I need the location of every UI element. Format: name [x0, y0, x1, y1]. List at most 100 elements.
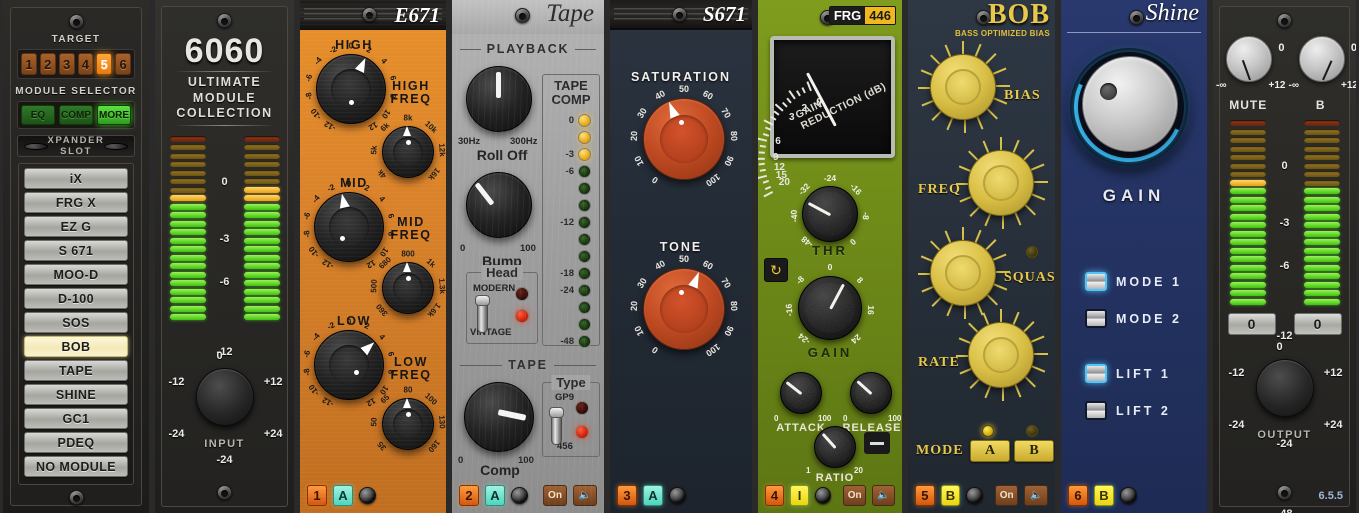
module-item-frgx[interactable]: FRG X: [24, 192, 128, 213]
bob-slot-channel[interactable]: B: [940, 484, 961, 506]
target-button-1[interactable]: 1: [21, 53, 37, 75]
shine-slot-channel[interactable]: B: [1094, 484, 1114, 506]
output-gain-knob[interactable]: 0 -12 +12 -24 +24 OUTPUT: [1220, 341, 1349, 441]
category-button-comp[interactable]: COMP: [59, 105, 93, 125]
tape-head-selector[interactable]: Head MODERN VINTAGE: [466, 265, 538, 344]
module-item-sos[interactable]: SOS: [24, 312, 128, 333]
module-item-gc1[interactable]: GC1: [24, 408, 128, 429]
tape-comp-knob[interactable]: [464, 382, 534, 452]
shine-mode1-checkbox[interactable]: [1085, 272, 1107, 291]
s671-slot-number[interactable]: 3: [617, 484, 637, 506]
bob-brand-title: BOB: [987, 0, 1050, 30]
knob-scale-label: 90: [722, 324, 736, 338]
tape-head-toggle-switch[interactable]: [475, 295, 490, 335]
s671-brand-label: S671: [702, 2, 746, 26]
knob-tick: [962, 41, 964, 55]
trim-reset-right-button[interactable]: 0: [1293, 312, 1342, 335]
s671-slot-channel[interactable]: A: [643, 484, 663, 506]
mute-knob[interactable]: -∞ +12 0 MUTE: [1216, 36, 1286, 112]
shine-mode2-checkbox[interactable]: [1085, 309, 1107, 328]
module-item-pdeq[interactable]: PDEQ: [24, 432, 128, 453]
eq-high-freq-knob[interactable]: 4k 5k 6k 8k 10k 12k 16k: [369, 114, 446, 182]
bob-bias-knob[interactable]: [918, 41, 1010, 133]
bob-mode-b-button[interactable]: B: [1014, 440, 1054, 462]
module-item-s671[interactable]: S 671: [24, 240, 128, 261]
target-button-6[interactable]: 6: [115, 53, 131, 75]
s671-saturation-knob[interactable]: 0 10 20 30 40 50 60 70 80 90 100: [629, 84, 739, 188]
tape-head-option-modern[interactable]: MODERN: [473, 283, 515, 294]
tape-panel: Tape PLAYBACK 30Hz 300Hz Roll Off 0 100 …: [449, 0, 607, 513]
shine-gain-knob[interactable]: [1061, 36, 1200, 178]
module-item-d100[interactable]: D-100: [24, 288, 128, 309]
frg-gain-knob[interactable]: -24 -16 -8 0 8 16 24: [784, 262, 876, 347]
frg-stereo-link-button[interactable]: [864, 432, 890, 454]
shine-mode1-row[interactable]: MODE 1: [1085, 272, 1182, 291]
knob-tick: [984, 212, 992, 227]
bob-mode-a-button[interactable]: A: [970, 440, 1010, 462]
input-gain-knob[interactable]: 0 -12 +12 -24 +24 INPUT: [162, 350, 287, 450]
frg-slot-channel[interactable]: I: [790, 484, 810, 506]
frg-attack-knob[interactable]: [780, 372, 822, 414]
eq-low-gain-knob[interactable]: -12 -10 -8 -6 -4 -2 0 2 4 6 8 10 12: [302, 318, 397, 410]
tape-type-selector[interactable]: Type GP9 456: [542, 375, 600, 457]
tape-rolloff-knob[interactable]: [466, 66, 532, 132]
frg-release-knob[interactable]: [850, 372, 892, 414]
mute-knob-label: MUTE: [1229, 98, 1268, 112]
eq-high-gain-knob[interactable]: -12 -10 -8 -6 -4 -2 0 2 4 6 8 10 12: [304, 42, 399, 134]
module-item-bob[interactable]: BOB: [24, 336, 128, 357]
shine-lift2-checkbox[interactable]: [1085, 401, 1107, 420]
module-item-tape[interactable]: TAPE: [24, 360, 128, 381]
bob-mute-button[interactable]: 🔈: [1024, 484, 1048, 506]
shine-lift1-checkbox[interactable]: [1085, 364, 1107, 383]
eq-slot-channel[interactable]: A: [333, 484, 353, 506]
target-button-5[interactable]: 5: [96, 53, 113, 75]
eq-mid-freq-knob[interactable]: 360 500 680 800 1k 1.3k 1.6k: [369, 250, 446, 319]
bob-rate-knob[interactable]: [956, 309, 1048, 401]
category-button-more[interactable]: MORE: [97, 105, 131, 125]
eq-mid-gain-knob[interactable]: -12 -10 -8 -6 -4 -2 0 2 4 6 8 10 12: [302, 180, 397, 272]
bob-bias-label: BIAS: [1004, 88, 1041, 103]
target-button-2[interactable]: 2: [39, 53, 56, 75]
shine-lift2-row[interactable]: LIFT 2: [1085, 401, 1171, 420]
shine-mode2-row[interactable]: MODE 2: [1085, 309, 1182, 328]
target-button-4[interactable]: 4: [77, 53, 94, 75]
module-item-shine[interactable]: SHINE: [24, 384, 128, 405]
product-title: 6060: [184, 32, 265, 70]
trim-reset-left-button[interactable]: 0: [1227, 312, 1276, 335]
eq-slot-number[interactable]: 1: [307, 484, 327, 506]
frg-ratio-knob[interactable]: [814, 426, 856, 468]
module-item-mood[interactable]: MOO-D: [24, 264, 128, 285]
tape-power-button[interactable]: On: [543, 484, 567, 506]
b-knob[interactable]: -∞ +12 0 B: [1289, 36, 1356, 112]
bob-power-button[interactable]: On: [994, 484, 1019, 506]
meter-led: [243, 305, 280, 312]
frg-slot-number[interactable]: 4: [765, 484, 785, 506]
tape-slot-channel[interactable]: A: [485, 484, 505, 506]
knob-scale-label: 10: [379, 107, 393, 120]
category-button-eq[interactable]: EQ: [21, 105, 55, 125]
tape-comp-meter-row: [543, 180, 599, 197]
tape-bump-knob[interactable]: [466, 172, 532, 238]
tape-slot-number[interactable]: 2: [459, 484, 479, 506]
knob-scale-label: -8: [301, 230, 312, 239]
module-item-ix[interactable]: iX: [24, 168, 128, 189]
module-item-ezg[interactable]: EZ G: [24, 216, 128, 237]
shine-lift1-row[interactable]: LIFT 1: [1085, 364, 1171, 383]
tape-type-toggle-switch[interactable]: [549, 407, 564, 447]
shine-slot-number[interactable]: 6: [1068, 484, 1088, 506]
frg-power-button[interactable]: On: [843, 484, 867, 506]
target-button-3[interactable]: 3: [58, 53, 75, 75]
bob-squash-knob[interactable]: [918, 227, 1010, 319]
tape-type-option-gp9[interactable]: GP9: [555, 392, 574, 403]
frg-threshold-label: THR: [812, 243, 848, 258]
frg-threshold-knob[interactable]: -48 -40 -32 -24 -16 -8 0: [789, 173, 871, 249]
eq-low-freq-knob[interactable]: 35 50 65 80 100 130 160: [369, 386, 446, 454]
bob-slot-number[interactable]: 5: [915, 484, 935, 506]
tape-mute-button[interactable]: 🔈: [573, 484, 597, 506]
vu-tick: [764, 185, 772, 190]
module-item-no-module[interactable]: NO MODULE: [24, 456, 128, 477]
sidechain-link-button[interactable]: ↻: [764, 258, 788, 282]
frg-mute-button[interactable]: 🔈: [872, 484, 895, 506]
bob-freq-knob[interactable]: [956, 137, 1048, 229]
s671-tone-knob[interactable]: 0 10 20 30 40 50 60 70 80 90 100: [629, 254, 739, 358]
